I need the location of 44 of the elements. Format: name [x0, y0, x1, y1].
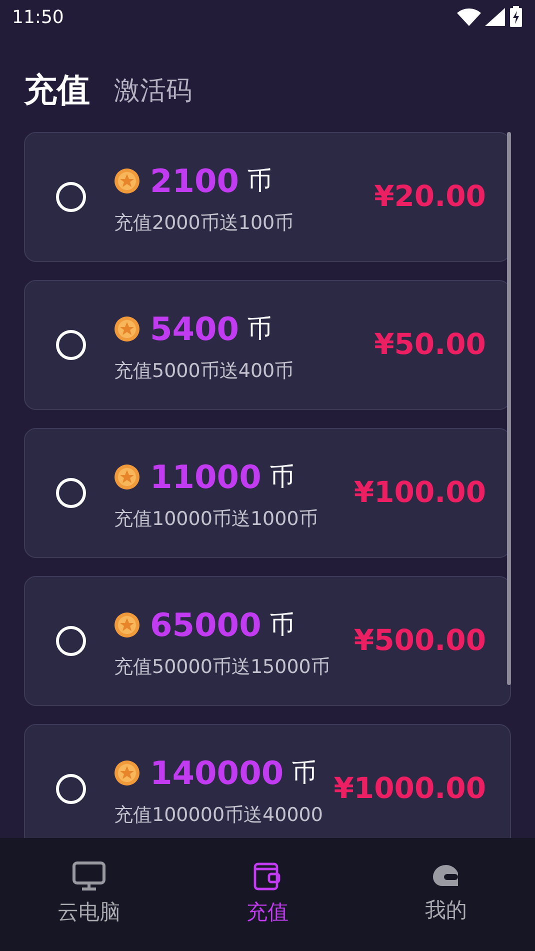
coin-unit: 币	[269, 612, 294, 638]
signal-icon	[485, 8, 505, 26]
radio-button[interactable]	[56, 478, 86, 508]
price: ¥50.00	[374, 326, 486, 364]
coin-unit: 币	[247, 168, 272, 194]
battery-icon	[509, 6, 523, 28]
coin-amount: 140000	[150, 756, 284, 789]
monitor-icon	[72, 860, 106, 891]
coin-icon	[114, 464, 140, 490]
package-card[interactable]: 140000 币 充值100000币送40000 ¥1000.00	[24, 724, 511, 838]
coin-icon	[114, 760, 140, 786]
price: ¥1000.00	[334, 770, 486, 808]
price: ¥500.00	[354, 622, 486, 660]
coin-icon	[114, 316, 140, 342]
radio-button[interactable]	[56, 626, 86, 656]
coin-unit: 币	[292, 760, 317, 786]
helmet-icon	[432, 862, 460, 889]
coin-amount: 11000	[150, 460, 262, 493]
coin-icon	[114, 168, 140, 194]
radio-button[interactable]	[56, 182, 86, 212]
tab[interactable]: 充值	[24, 73, 90, 106]
coin-amount: 2100	[150, 164, 240, 197]
package-card[interactable]: 65000 币 充值50000币送15000币 ¥500.00	[24, 576, 511, 706]
radio-button[interactable]	[56, 774, 86, 804]
wallet-icon	[253, 860, 282, 891]
coin-unit: 币	[247, 316, 272, 342]
nav-tab[interactable]: 云电脑	[0, 838, 178, 951]
price: ¥20.00	[374, 178, 486, 216]
bonus-description: 充值100000币送40000	[114, 802, 324, 828]
bonus-description: 充值2000币送100币	[114, 210, 295, 236]
coin-unit: 币	[269, 464, 294, 490]
status-time: 11:50	[12, 6, 64, 30]
nav-tab[interactable]: 充值	[178, 838, 357, 951]
bonus-description: 充值5000币送400币	[114, 358, 295, 384]
tab[interactable]: 激活码	[114, 78, 192, 106]
coin-amount: 65000	[150, 608, 262, 641]
coin-icon	[114, 612, 140, 638]
bonus-description: 充值50000币送15000币	[114, 654, 331, 680]
wifi-icon	[457, 8, 481, 26]
price: ¥100.00	[354, 474, 486, 512]
bonus-description: 充值10000币送1000币	[114, 506, 319, 532]
nav-tab[interactable]: 我的	[356, 838, 535, 951]
coin-amount: 5400	[150, 312, 240, 345]
radio-button[interactable]	[56, 330, 86, 360]
